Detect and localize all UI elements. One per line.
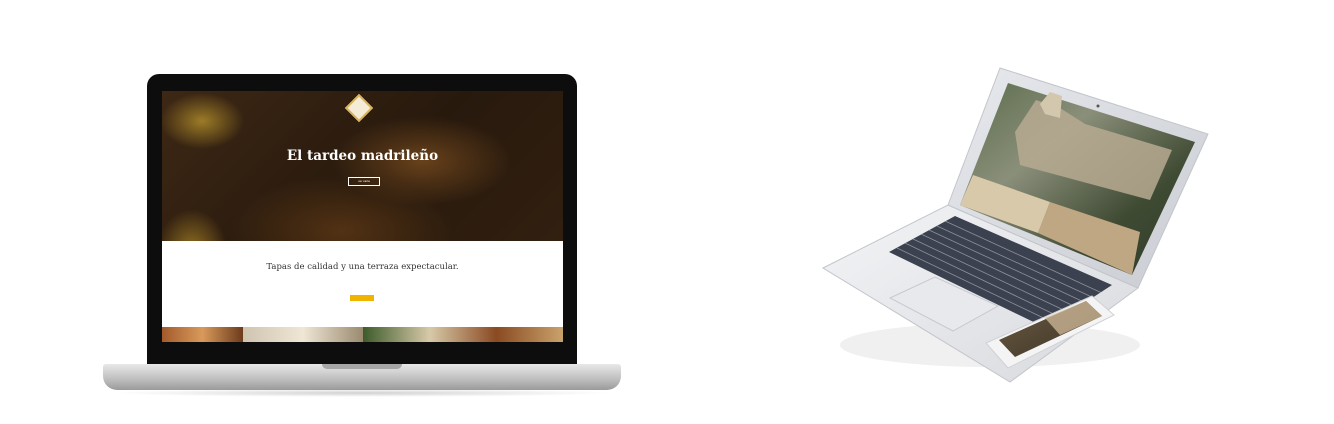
- chromebook-mockup: [821, 67, 1209, 383]
- camera-dot: [1096, 104, 1100, 108]
